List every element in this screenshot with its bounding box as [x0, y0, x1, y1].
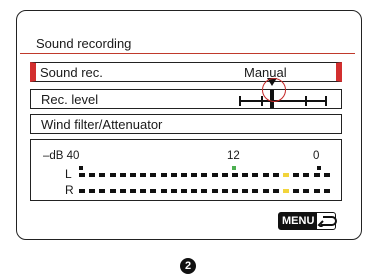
meter-segment: [283, 189, 289, 193]
meter-segment: [313, 189, 320, 193]
meter-segment: [201, 173, 208, 177]
meter-segment: [232, 189, 238, 193]
meter-segment: [242, 173, 249, 177]
meter-segment: [252, 173, 259, 177]
menu-item-value: Manual: [244, 64, 287, 80]
page-title: Sound recording: [36, 36, 132, 51]
meter-segment: [130, 189, 136, 193]
meter-0db-marker: [317, 166, 321, 170]
meter-segment: [99, 189, 106, 193]
meter-segment: [119, 173, 126, 177]
return-arrow-icon: [317, 215, 338, 227]
meter-segment: [293, 189, 300, 193]
menu-item-label: Rec. level: [41, 91, 99, 107]
slider-tick: [325, 96, 327, 106]
meter-segment: [262, 173, 269, 177]
title-divider: [20, 53, 355, 55]
slider-tick: [305, 96, 307, 106]
meter-segment: [293, 173, 300, 177]
meter-segment: [79, 189, 85, 193]
meter-segment: [119, 189, 126, 193]
menu-item-label: Sound rec.: [40, 64, 103, 80]
meter-segment: [232, 173, 238, 177]
meter-segment: [191, 189, 198, 193]
meter-segment: [181, 173, 187, 177]
meter-segment: [109, 189, 116, 193]
meter-segment: [283, 173, 289, 177]
slider-tick: [239, 96, 241, 106]
menu-item-wind-filter[interactable]: Wind filter/Attenuator: [30, 114, 342, 134]
menu-item-sound-rec[interactable]: Sound rec. Manual: [30, 62, 342, 82]
channel-label-right: R: [65, 183, 74, 197]
highlight-circle: [262, 78, 286, 102]
meter-peak-marker: [79, 166, 83, 170]
rec-level-slider[interactable]: [239, 78, 327, 108]
meter-segment: [323, 173, 330, 177]
meter-segment: [109, 173, 116, 177]
meter-segment: [160, 173, 167, 177]
meter-segment: [313, 173, 320, 177]
meter-segment: [150, 173, 157, 177]
meter-segment: [89, 189, 96, 193]
meter-segment: [272, 189, 279, 193]
meter-segment: [211, 189, 218, 193]
menu-button-label: MENU: [279, 213, 318, 229]
meter-segment: [211, 173, 218, 177]
menu-item-label: Wind filter/Attenuator: [41, 116, 163, 132]
meter-segment: [170, 173, 177, 177]
slider-track: [239, 100, 327, 102]
meter-segment: [303, 173, 310, 177]
meter-segment: [89, 173, 96, 177]
meter-segment: [160, 189, 167, 193]
menu-return-button[interactable]: MENU: [278, 212, 338, 230]
meter-segment: [79, 173, 85, 177]
callout-number: 2: [180, 258, 196, 274]
audio-level-meter: –dB 40 12 0 L R: [30, 139, 342, 201]
meter-segment: [201, 189, 208, 193]
slider-tick: [261, 96, 263, 106]
meter-segment: [303, 189, 310, 193]
meter-segment: [323, 189, 330, 193]
meter-segment: [221, 189, 228, 193]
meter-segment: [252, 189, 259, 193]
meter-12db-marker: [232, 166, 236, 170]
meter-segment: [181, 189, 187, 193]
meter-segment: [140, 173, 147, 177]
channel-label-left: L: [65, 167, 72, 181]
meter-segment: [191, 173, 198, 177]
menu-item-rec-level[interactable]: Rec. level: [30, 78, 342, 109]
meter-segment: [150, 189, 157, 193]
meter-segment: [99, 173, 106, 177]
meter-segment: [262, 189, 269, 193]
meter-scale-left: –dB 40: [43, 150, 80, 162]
meter-segment: [170, 189, 177, 193]
meter-scale-mid: 12: [227, 150, 240, 162]
meter-segment: [242, 189, 249, 193]
meter-segment: [130, 173, 136, 177]
meter-segment: [272, 173, 279, 177]
meter-scale-right: 0: [313, 150, 320, 162]
meter-segment: [221, 173, 228, 177]
meter-segment: [140, 189, 147, 193]
